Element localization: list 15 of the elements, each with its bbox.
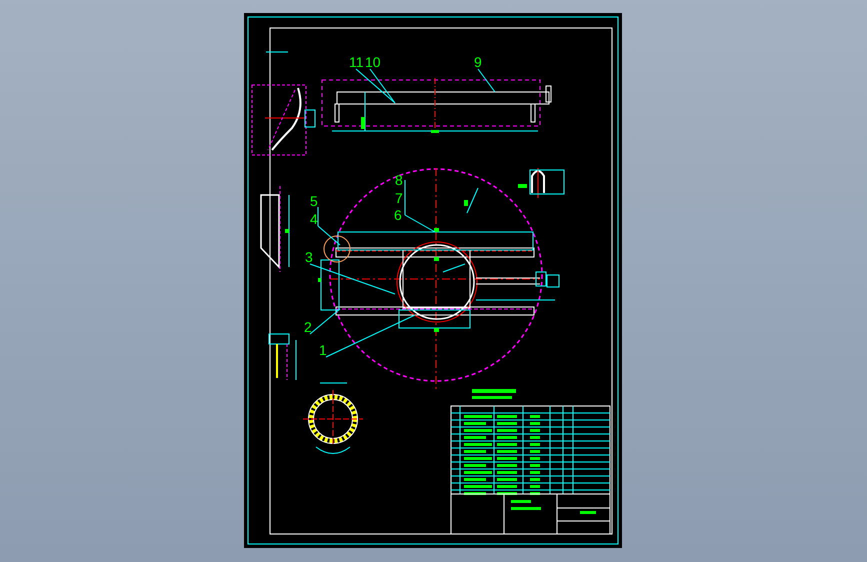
callout-number: 8: [395, 172, 403, 188]
callout-number: 3: [305, 249, 313, 265]
ring-section-drawing: [302, 382, 364, 454]
callout-number: 5: [310, 193, 318, 209]
callout-number: 7: [395, 190, 403, 206]
callout-number: 1: [319, 342, 327, 358]
callout-number: 11: [349, 54, 364, 70]
callout-number: 4: [310, 211, 318, 227]
hook-detail-drawing: [518, 168, 564, 198]
callout-number: 10: [365, 54, 381, 70]
leader-line: [478, 68, 496, 92]
profile-detail-drawing: [268, 334, 296, 380]
callout-number: 9: [474, 54, 482, 70]
callout-number: 6: [394, 207, 402, 223]
callout-number: 2: [304, 319, 312, 335]
